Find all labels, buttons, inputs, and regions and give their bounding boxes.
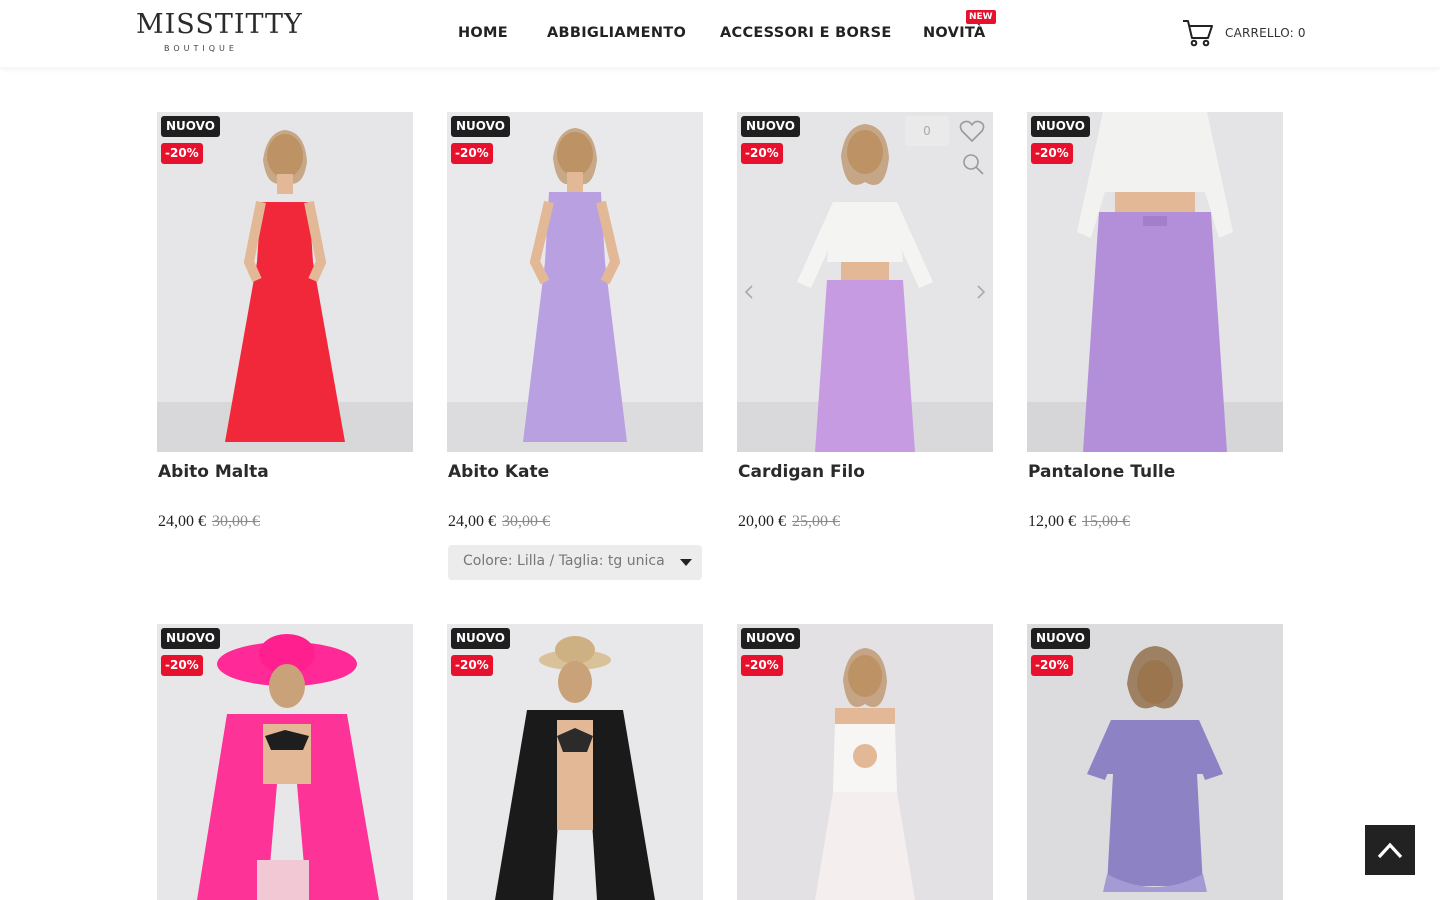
product-title[interactable]: Pantalone Tulle (1028, 462, 1175, 482)
variant-select[interactable]: Colore: Lilla / Taglia: tg unica (448, 545, 702, 580)
new-badge: NUOVO (1031, 628, 1090, 649)
product-image[interactable]: NUOVO -20% (1027, 624, 1283, 900)
discount-badge: -20% (741, 655, 783, 676)
product-image[interactable]: NUOVO -20% (157, 624, 413, 900)
product-image[interactable]: NUOVO -20% (447, 624, 703, 900)
new-badge: NUOVO (741, 628, 800, 649)
current-price: 12,00 € (1028, 513, 1076, 530)
new-badge: NUOVO (451, 628, 510, 649)
old-price: 30,00 € (502, 513, 550, 530)
magnifier-icon[interactable] (961, 152, 985, 176)
product-image[interactable]: NUOVO -20% (1027, 112, 1283, 452)
nav-novita[interactable]: NOVITÀ (923, 25, 985, 41)
discount-badge: -20% (1031, 655, 1073, 676)
cart-label: CARRELLO: 0 (1225, 26, 1306, 40)
variant-value: Colore: Lilla / Taglia: tg unica (463, 553, 665, 569)
chevron-left-icon[interactable] (743, 284, 755, 300)
discount-badge: -20% (451, 143, 493, 164)
discount-badge: -20% (741, 143, 783, 164)
discount-badge: -20% (161, 655, 203, 676)
current-price: 20,00 € (738, 513, 786, 530)
old-price: 30,00 € (212, 513, 260, 530)
product-image[interactable]: NUOVO -20% (447, 112, 703, 452)
chevron-right-icon[interactable] (975, 284, 987, 300)
chevron-up-icon (1377, 842, 1403, 859)
nav-home[interactable]: HOME (458, 25, 508, 41)
nav-abbigliamento[interactable]: ABBIGLIAMENTO (547, 25, 686, 41)
product-price: 24,00 € 30,00 € (448, 513, 550, 531)
brand-logo[interactable]: MISSTITTY BOUTIQUE (136, 9, 303, 56)
logo-tagline: BOUTIQUE (164, 44, 238, 53)
current-price: 24,00 € (158, 513, 206, 530)
product-price: 20,00 € 25,00 € (738, 513, 840, 531)
new-badge: NUOVO (1031, 116, 1090, 137)
product-image[interactable]: NUOVO -20% 0 (737, 112, 993, 452)
new-badge: NUOVO (451, 116, 510, 137)
discount-badge: -20% (1031, 143, 1073, 164)
site-header: MISSTITTY BOUTIQUE HOME ABBIGLIAMENTO AC… (0, 0, 1440, 67)
caret-down-icon (680, 559, 692, 566)
logo-wordmark: MISSTITTY (136, 9, 303, 40)
product-title[interactable]: Cardigan Filo (738, 462, 865, 482)
current-price: 24,00 € (448, 513, 496, 530)
cart-icon (1183, 20, 1213, 47)
product-image[interactable]: NUOVO -20% (157, 112, 413, 452)
new-badge: NUOVO (741, 116, 800, 137)
discount-badge: -20% (161, 143, 203, 164)
old-price: 15,00 € (1082, 513, 1130, 530)
product-title[interactable]: Abito Kate (448, 462, 549, 482)
product-price: 12,00 € 15,00 € (1028, 513, 1130, 531)
nav-accessori-borse[interactable]: ACCESSORI E BORSE (720, 25, 892, 41)
wishlist-count: 0 (905, 116, 949, 146)
new-badge: NUOVO (161, 628, 220, 649)
new-badge: NUOVO (161, 116, 220, 137)
product-image[interactable]: NUOVO -20% (737, 624, 993, 900)
cart-button[interactable]: CARRELLO: 0 (1182, 18, 1306, 48)
discount-badge: -20% (451, 655, 493, 676)
nav-new-badge: NEW (966, 10, 996, 24)
heart-icon[interactable] (959, 120, 985, 144)
product-price: 24,00 € 30,00 € (158, 513, 260, 531)
product-title[interactable]: Abito Malta (158, 462, 269, 482)
scroll-top-button[interactable] (1365, 825, 1415, 875)
old-price: 25,00 € (792, 513, 840, 530)
